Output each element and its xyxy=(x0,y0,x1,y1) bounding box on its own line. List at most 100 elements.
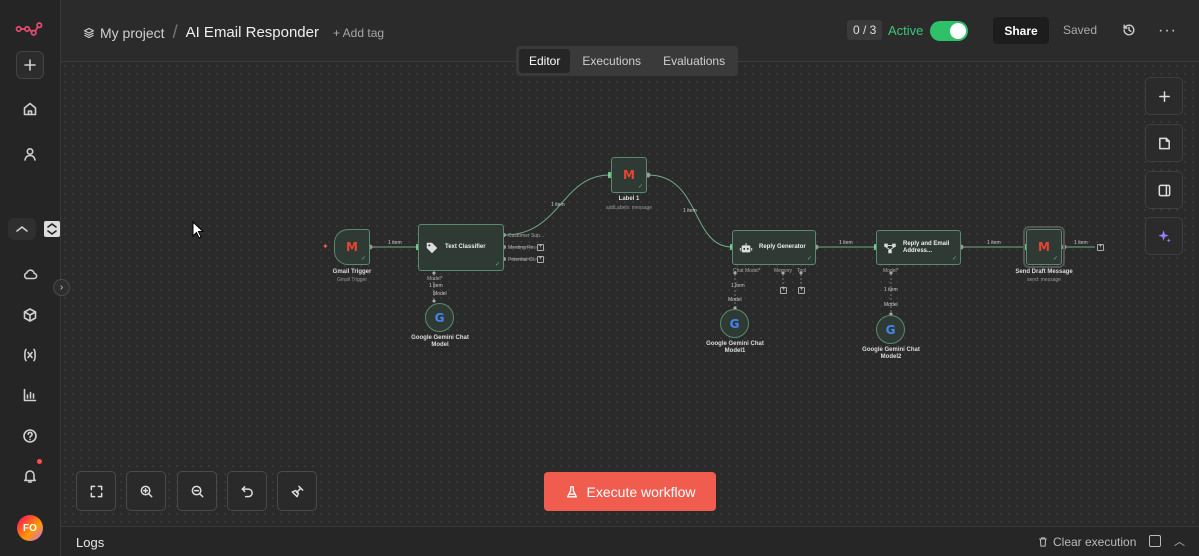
avatar[interactable]: FO xyxy=(17,515,43,541)
sticky-note-icon[interactable] xyxy=(1145,124,1183,162)
output-label: Potential Cl... xyxy=(508,257,538,263)
notification-dot xyxy=(37,459,42,464)
node-text-classifier[interactable]: Text Classifier ✓ xyxy=(418,224,504,271)
history-icon[interactable] xyxy=(1122,23,1138,39)
more-icon[interactable]: ··· xyxy=(1158,22,1177,40)
add-tag-button[interactable]: + Add tag xyxy=(333,26,384,40)
saved-status: Saved xyxy=(1063,23,1098,37)
gmail-icon: M xyxy=(623,168,635,182)
node-title: Google Gemini Chat Model1 xyxy=(706,341,764,354)
port-label: Memory xyxy=(774,268,793,274)
success-check-icon: ✓ xyxy=(806,256,812,262)
node-title: Reply and Email Address... xyxy=(903,240,950,254)
edge-port-label: Model xyxy=(433,291,447,297)
node-subtitle: Gmail Trigger xyxy=(336,277,367,283)
user-icon[interactable] xyxy=(15,139,45,169)
home-icon[interactable] xyxy=(15,94,45,124)
node-gmail-trigger[interactable]: M ✓ xyxy=(334,229,370,265)
zoom-out-icon[interactable] xyxy=(177,471,217,511)
google-icon: G xyxy=(729,316,740,331)
node-title: Text Classifier xyxy=(445,244,486,250)
port-label: Model* xyxy=(427,276,443,282)
share-button[interactable]: Share xyxy=(993,17,1049,44)
add-memory-button[interactable]: + xyxy=(780,287,787,294)
trigger-bolt-icon: ✦ xyxy=(322,242,329,251)
breadcrumb: My project / AI Email Responder + Add ta… xyxy=(83,22,384,43)
sidebar: FO xyxy=(0,0,61,556)
node-reply-email-address[interactable]: Reply and Email Address... ✓ xyxy=(876,230,961,265)
node-title: Gmail Trigger xyxy=(332,269,372,275)
node-reply-generator[interactable]: Reply Generator ✓ xyxy=(732,230,816,265)
node-title: Google Gemini Chat Model2 xyxy=(862,347,920,360)
workflow-canvas[interactable]: 1 item 1 item 1 item 1 item 1 item 1 ite… xyxy=(61,62,1199,526)
success-check-icon: ✓ xyxy=(494,262,500,268)
success-check-icon: ✓ xyxy=(637,184,643,190)
tidy-up-icon[interactable] xyxy=(277,471,317,511)
active-toggle[interactable] xyxy=(930,21,968,41)
add-node-icon[interactable] xyxy=(1145,77,1183,115)
tab-editor[interactable]: Editor xyxy=(519,49,571,73)
logs-panel[interactable]: Logs Clear execution ︿ xyxy=(61,526,1199,556)
success-check-icon: ✓ xyxy=(1052,256,1058,262)
breadcrumb-project[interactable]: My project xyxy=(83,25,165,41)
variables-icon[interactable] xyxy=(15,340,45,370)
clear-execution-label: Clear execution xyxy=(1053,535,1137,549)
insights-icon[interactable] xyxy=(15,380,45,410)
flask-icon xyxy=(566,485,577,497)
node-title: Reply Generator xyxy=(759,244,806,250)
chevron-up-icon[interactable] xyxy=(8,218,36,240)
port-label: Tool xyxy=(797,268,807,274)
node-gemini-model[interactable]: G xyxy=(720,309,749,338)
tab-evaluations[interactable]: Evaluations xyxy=(653,49,735,73)
popout-icon[interactable] xyxy=(1149,535,1161,547)
fit-view-icon[interactable] xyxy=(76,471,116,511)
active-label: Active xyxy=(888,23,924,38)
edge-label: 1 item xyxy=(683,208,697,214)
panel-icon[interactable] xyxy=(1145,171,1183,209)
logs-title: Logs xyxy=(76,535,105,550)
sort-icon[interactable] xyxy=(44,221,60,237)
node-gemini-model[interactable]: G xyxy=(876,315,905,344)
chevron-up-icon[interactable]: ︿ xyxy=(1174,533,1185,549)
zoom-in-icon[interactable] xyxy=(126,471,166,511)
success-check-icon: ✓ xyxy=(360,256,366,262)
help-icon[interactable] xyxy=(15,421,45,451)
add-icon[interactable] xyxy=(16,51,44,79)
add-output-button[interactable]: + xyxy=(537,244,544,251)
add-output-button[interactable]: + xyxy=(537,256,544,263)
edge-label: 1 item xyxy=(884,287,898,293)
extract-icon xyxy=(884,243,896,253)
clear-execution-button[interactable]: Clear execution xyxy=(1037,535,1136,549)
add-node-button[interactable]: + xyxy=(1097,244,1104,251)
node-gemini-model[interactable]: G xyxy=(425,303,454,332)
expand-sidebar-button[interactable]: › xyxy=(53,279,70,296)
execute-label: Execute workflow xyxy=(586,483,696,500)
output-label: Meeting Re... xyxy=(508,245,538,251)
breadcrumb-separator: / xyxy=(172,22,178,42)
undo-icon[interactable] xyxy=(227,471,267,511)
node-label-1[interactable]: M ✓ xyxy=(611,157,647,193)
package-icon[interactable] xyxy=(15,300,45,330)
connections xyxy=(367,172,1095,316)
edge-label: 1 item xyxy=(731,283,745,289)
ai-sparkle-icon[interactable] xyxy=(1145,217,1183,255)
cloud-icon[interactable] xyxy=(15,259,45,289)
gmail-icon: M xyxy=(1038,240,1050,254)
add-tool-button[interactable]: + xyxy=(798,287,805,294)
edge-port-label: Model xyxy=(884,302,898,308)
node-subtitle: addLabels: message xyxy=(605,205,653,211)
n8n-logo-icon[interactable] xyxy=(14,14,44,44)
node-send-draft[interactable]: M ✓ xyxy=(1023,226,1065,268)
edge-label: 1 item xyxy=(987,240,1001,246)
google-icon: G xyxy=(885,322,896,337)
node-title: Google Gemini Chat Model xyxy=(411,335,469,348)
tag-icon xyxy=(426,242,438,253)
bell-icon[interactable] xyxy=(15,459,45,491)
layers-icon xyxy=(83,27,95,38)
output-label: Customer Sup... xyxy=(508,233,545,239)
robot-icon xyxy=(739,242,753,252)
execute-workflow-button[interactable]: Execute workflow xyxy=(544,472,716,511)
tab-executions[interactable]: Executions xyxy=(572,49,651,73)
workflow-title[interactable]: AI Email Responder xyxy=(186,24,319,41)
google-icon: G xyxy=(434,310,445,325)
